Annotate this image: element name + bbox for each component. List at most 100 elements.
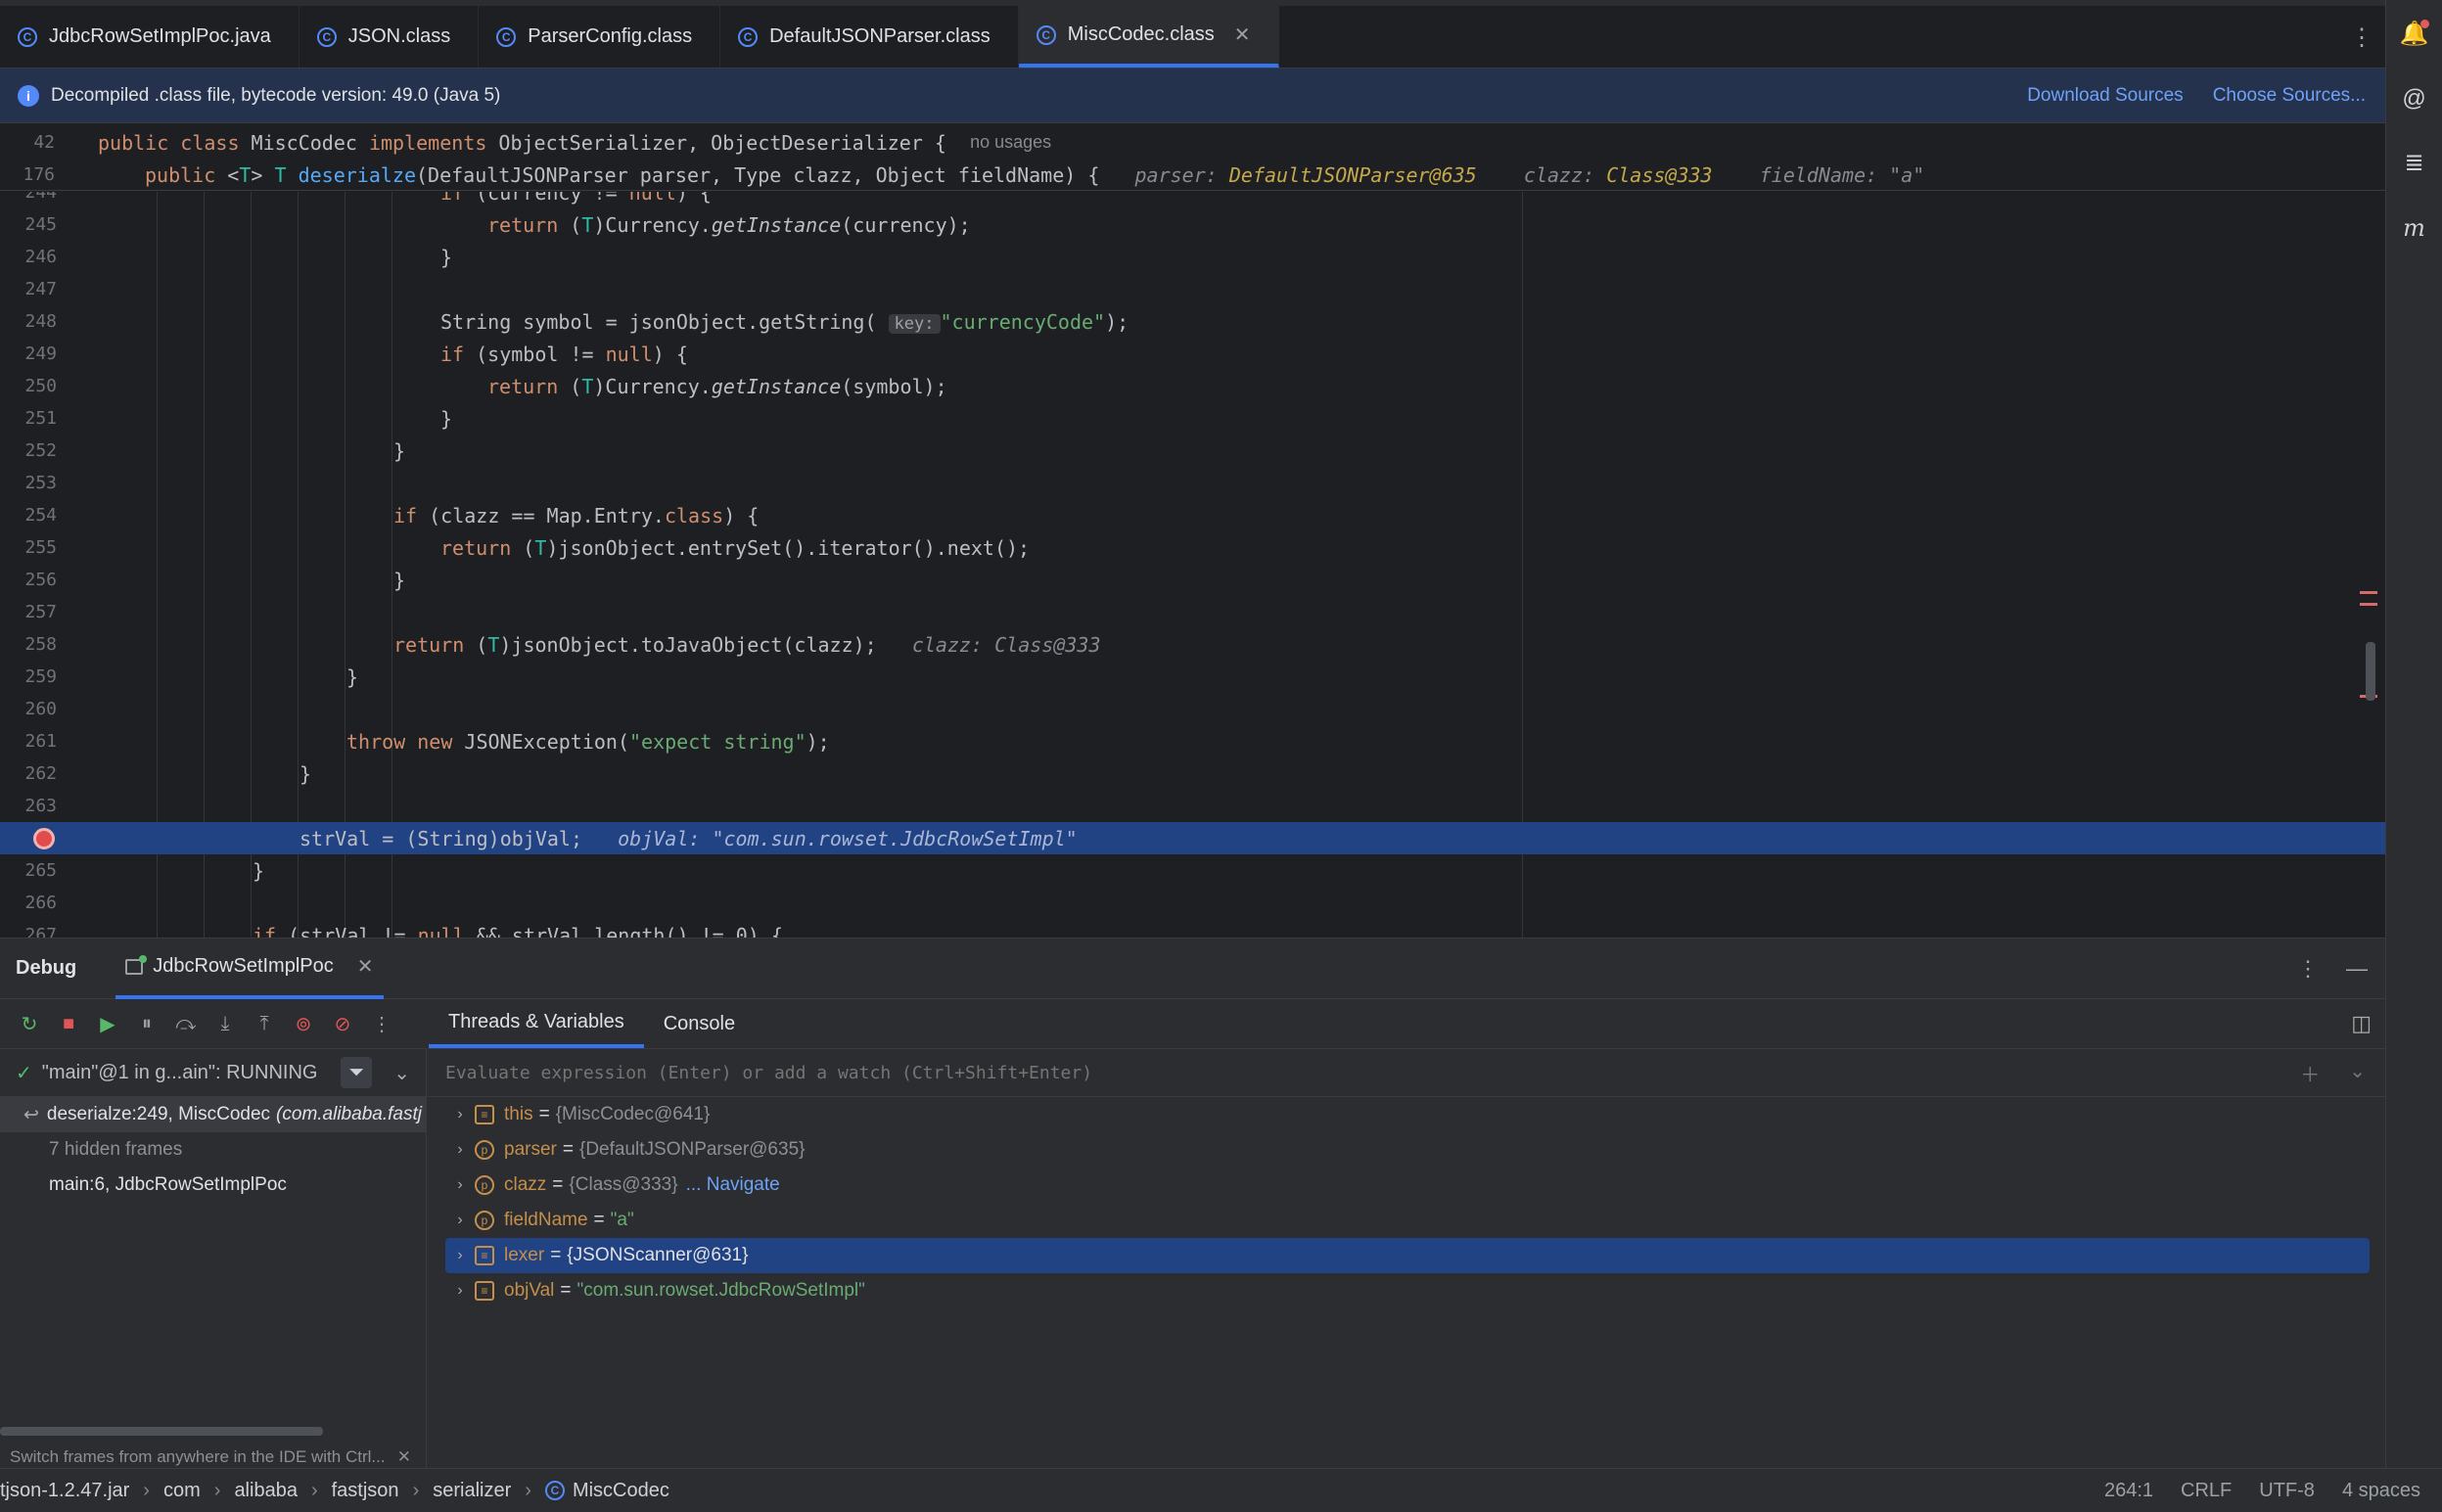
code-line[interactable]: 261 throw new JSONException("expect strin… <box>0 725 2385 757</box>
breadcrumb-item[interactable]: com <box>163 1480 201 1502</box>
navigate-link[interactable]: ... Navigate <box>686 1174 780 1196</box>
code-editor[interactable]: 244 if (currency != null) { 245 return (T)… <box>0 192 2385 938</box>
tab-json-class[interactable]: C JSON.class <box>299 6 480 68</box>
choose-sources-link[interactable]: Choose Sources... <box>2213 85 2366 107</box>
thread-selector[interactable]: ✓ "main"@1 in g...ain": RUNNING ⏷ ⌄ <box>0 1048 426 1097</box>
tab-misccodec-class[interactable]: C MiscCodec.class ✕ <box>1018 6 1279 68</box>
caret-position[interactable]: 264:1 <box>2104 1480 2153 1502</box>
code-line[interactable]: 249 if (symbol != null) { <box>0 338 2385 370</box>
run-config-icon <box>125 954 148 975</box>
chevron-right-icon[interactable]: › <box>445 1282 475 1300</box>
close-icon[interactable]: ✕ <box>357 954 374 979</box>
step-into-icon[interactable]: ⤓ <box>211 1010 239 1037</box>
code-line[interactable]: 267 if (strVal != null && strVal.length()… <box>0 919 2385 939</box>
code-line[interactable]: 248 String symbol = jsonObject.getString(… <box>0 305 2385 338</box>
notification-dot <box>2419 20 2429 28</box>
tab-jdbcrowsetimplpoc[interactable]: C JdbcRowSetImplPoc.java <box>0 6 299 68</box>
code-line[interactable]: 263 <box>0 790 2385 822</box>
error-stripe-mark[interactable] <box>2360 591 2377 594</box>
breadcrumb-item[interactable]: serializer <box>433 1480 511 1502</box>
sticky-line-class[interactable]: 42 public class MiscCodec implements Obje… <box>0 126 1051 159</box>
code-line[interactable]: 250 return (T)Currency.getInstance(symbol… <box>0 370 2385 402</box>
add-watch-icon[interactable]: ＋ <box>2300 1059 2320 1087</box>
code-line[interactable]: 258 return (T)jsonObject.toJavaObject(cla… <box>0 628 2385 661</box>
code-line[interactable]: 259} <box>0 661 2385 693</box>
rerun-icon[interactable]: ↻ <box>16 1010 43 1037</box>
variable-row[interactable]: › p fieldName = "a" <box>445 1203 2370 1238</box>
code-line[interactable]: 245 return (T)Currency.getInstance(curren… <box>0 208 2385 241</box>
close-icon[interactable]: ✕ <box>397 1447 411 1467</box>
database-icon[interactable]: ≣ <box>2400 149 2429 178</box>
chevron-right-icon[interactable]: › <box>445 1176 475 1194</box>
step-out-icon[interactable]: ⤒ <box>251 1010 278 1037</box>
chevron-right-icon[interactable]: › <box>445 1247 475 1264</box>
sticky-line-method[interactable]: 176 public <T> T deserialze(DefaultJSONPa… <box>0 159 1924 191</box>
line-separator[interactable]: CRLF <box>2181 1480 2232 1502</box>
hidden-frames[interactable]: 7 hidden frames <box>0 1132 426 1168</box>
more-vertical-icon[interactable]: ⋮ <box>2350 23 2373 52</box>
code-line[interactable]: 251} <box>0 402 2385 435</box>
current-execution-line[interactable]: strVal = (String)objVal; objVal: "com.su… <box>0 822 2385 854</box>
variable-row[interactable]: › ≡ this = {MiscCodec@641} <box>445 1097 2370 1132</box>
chevron-right-icon[interactable]: › <box>445 1141 475 1159</box>
chevron-right-icon[interactable]: › <box>445 1212 475 1229</box>
download-sources-link[interactable]: Download Sources <box>2027 85 2183 107</box>
step-over-icon[interactable]: ⤼ <box>172 1010 200 1037</box>
code-line[interactable]: 257 <box>0 596 2385 628</box>
code-line[interactable]: 262} <box>0 757 2385 790</box>
breadcrumb-item[interactable]: MiscCodec <box>573 1480 669 1502</box>
stack-frame[interactable]: main:6, JdbcRowSetImplPoc <box>0 1168 426 1203</box>
field-icon: ≡ <box>475 1281 494 1301</box>
tab-console[interactable]: Console <box>644 999 755 1048</box>
frame-return-icon: ↩ <box>23 1104 39 1125</box>
stop-icon[interactable]: ■ <box>55 1010 82 1037</box>
code-line[interactable]: 246} <box>0 241 2385 273</box>
ai-assistant-icon[interactable]: @ <box>2400 84 2429 114</box>
more-vertical-icon[interactable]: ⋮ <box>368 1010 395 1037</box>
chevron-down-icon[interactable]: ⌄ <box>2349 1059 2366 1087</box>
mute-breakpoints-icon[interactable]: ⊘ <box>329 1010 356 1037</box>
tab-threads-variables[interactable]: Threads & Variables <box>429 999 644 1048</box>
tab-defaultjsonparser-class[interactable]: C DefaultJSONParser.class <box>720 6 1019 68</box>
filter-icon[interactable]: ⏷ <box>341 1057 373 1088</box>
code-line[interactable]: 253 <box>0 467 2385 499</box>
notifications-bell-icon[interactable]: 🔔 <box>2400 20 2429 49</box>
editor-scrollbar[interactable] <box>2366 642 2375 701</box>
indent-setting[interactable]: 4 spaces <box>2342 1480 2420 1502</box>
tab-parserconfig-class[interactable]: C ParserConfig.class <box>479 6 721 68</box>
code-line[interactable]: 256} <box>0 564 2385 596</box>
maven-icon[interactable]: m <box>2400 213 2429 243</box>
code-line[interactable]: 265} <box>0 854 2385 887</box>
more-vertical-icon[interactable]: ⋮ <box>2297 956 2319 982</box>
code-line[interactable]: 252} <box>0 435 2385 467</box>
chevron-right-icon[interactable]: › <box>445 1106 475 1123</box>
debug-session-tab[interactable]: JdbcRowSetImplPoc ✕ <box>115 939 384 999</box>
variable-row[interactable]: › p clazz = {Class@333} ... Navigate <box>445 1168 2370 1203</box>
minimize-icon[interactable]: — <box>2346 956 2368 982</box>
evaluate-expression-input[interactable] <box>445 1062 2207 1083</box>
view-breakpoints-icon[interactable]: ⊚ <box>290 1010 317 1037</box>
pause-icon[interactable]: ⏸ <box>133 1010 161 1037</box>
variable-row[interactable]: › ≡ lexer = {JSONScanner@631} <box>445 1238 2370 1273</box>
breadcrumb-item[interactable]: alibaba <box>234 1480 298 1502</box>
frames-scrollbar[interactable] <box>0 1427 323 1436</box>
variable-row[interactable]: › p parser = {DefaultJSONParser@635} <box>445 1132 2370 1168</box>
error-stripe-mark[interactable] <box>2360 603 2377 606</box>
resume-icon[interactable]: ▶ <box>94 1010 121 1037</box>
stack-frame[interactable]: ↩ deserialze:249, MiscCodec (com.alibaba… <box>0 1097 426 1132</box>
breakpoint-icon[interactable] <box>33 828 55 849</box>
breadcrumb-item[interactable]: fastjson <box>332 1480 399 1502</box>
chevron-down-icon[interactable]: ⌄ <box>393 1061 410 1085</box>
breadcrumb-item[interactable]: tjson-1.2.47.jar <box>0 1480 129 1502</box>
code-line[interactable]: 260 <box>0 693 2385 725</box>
code-line[interactable]: 266 <box>0 887 2385 919</box>
variable-row[interactable]: › ≡ objVal = "com.sun.rowset.JdbcRowSetImpl" <box>445 1273 2370 1308</box>
close-icon[interactable]: ✕ <box>1234 23 1251 47</box>
check-icon: ✓ <box>16 1062 32 1084</box>
code-line[interactable]: 254 if (clazz == Map.Entry.class) { <box>0 499 2385 531</box>
layout-icon[interactable]: ◫ <box>2351 1011 2372 1036</box>
code-line[interactable]: 255 return (T)jsonObject.entrySet().itera… <box>0 531 2385 564</box>
file-encoding[interactable]: UTF-8 <box>2259 1480 2315 1502</box>
code-line[interactable]: 244 if (currency != null) { <box>0 192 2385 208</box>
code-line[interactable]: 247 <box>0 273 2385 305</box>
